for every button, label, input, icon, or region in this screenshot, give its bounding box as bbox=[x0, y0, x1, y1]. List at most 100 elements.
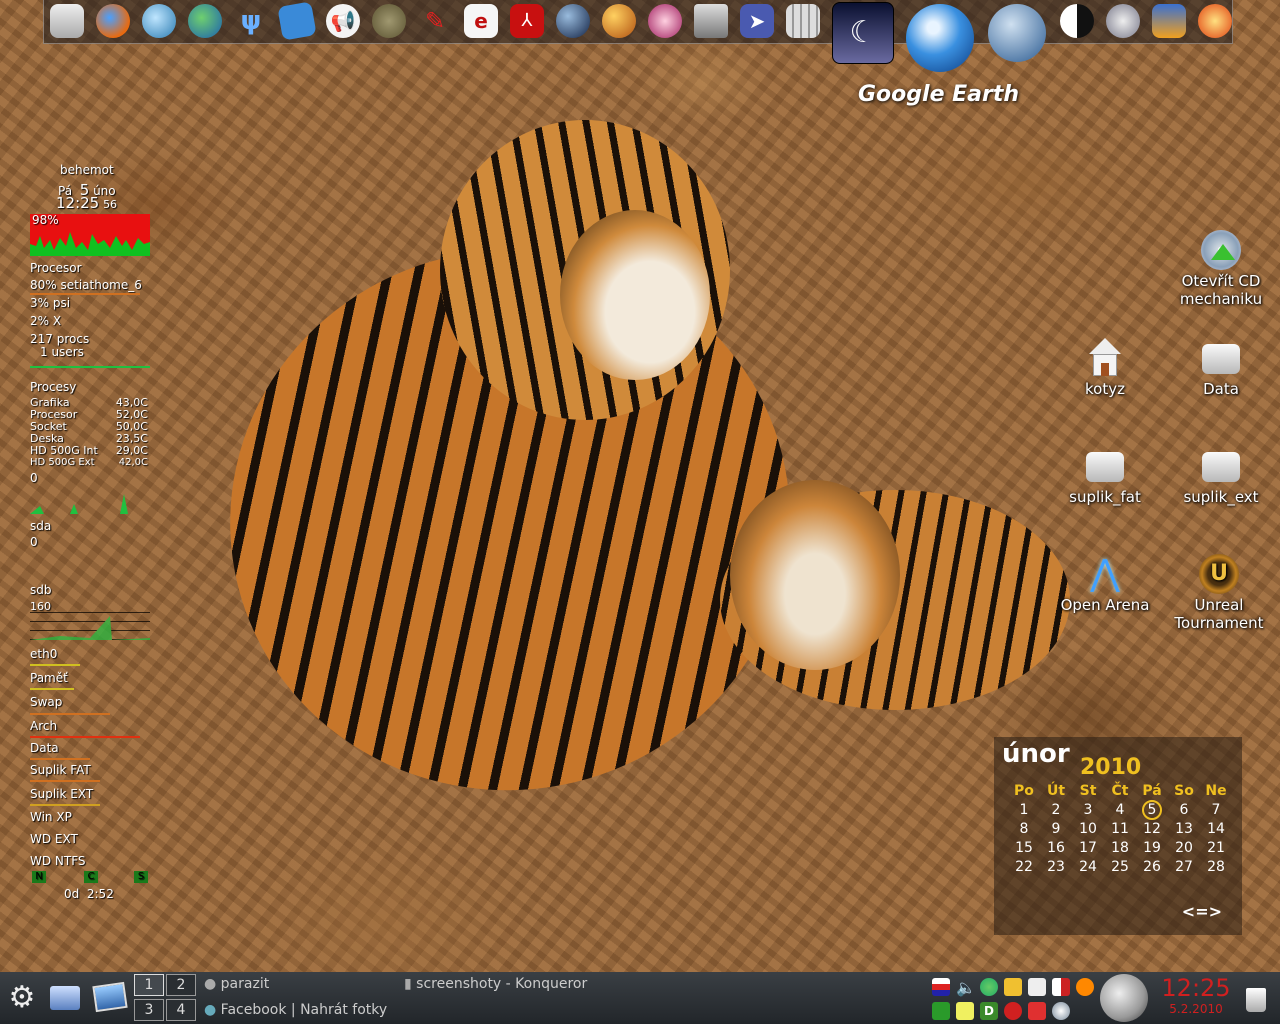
desktop-icon-data[interactable]: Data bbox=[1166, 338, 1276, 398]
calendar-day[interactable]: 7 bbox=[1200, 802, 1232, 818]
weather-icon[interactable] bbox=[1052, 1002, 1070, 1020]
task-konqueror[interactable]: ▮ screenshoty - Konqueror bbox=[404, 976, 598, 992]
calendar-day[interactable]: 2 bbox=[1040, 802, 1072, 818]
calendar-day[interactable]: 26 bbox=[1136, 859, 1168, 875]
calendar-day[interactable]: 13 bbox=[1168, 821, 1200, 837]
desktop-icon-suplik-ext[interactable]: suplik_ext bbox=[1166, 446, 1276, 506]
disk-graph bbox=[30, 486, 150, 514]
gimp-icon[interactable] bbox=[372, 4, 406, 38]
calendar-day[interactable]: 6 bbox=[1168, 802, 1200, 818]
ball-icon[interactable] bbox=[556, 4, 590, 38]
google-earth-icon[interactable] bbox=[906, 4, 974, 72]
mount-arch: Arch bbox=[30, 719, 58, 733]
calendar-day[interactable]: 3 bbox=[1072, 802, 1104, 818]
keyboard-layout-cz-icon[interactable] bbox=[932, 978, 950, 996]
network-icon[interactable] bbox=[932, 1002, 950, 1020]
scanner-icon[interactable] bbox=[694, 4, 728, 38]
calendar-day[interactable]: 15 bbox=[1008, 840, 1040, 856]
calendar-day[interactable]: 20 bbox=[1168, 840, 1200, 856]
clock-date: 5.2.2010 bbox=[1169, 1002, 1223, 1016]
desktop-icon-unreal[interactable]: U Unreal Tournament bbox=[1164, 554, 1274, 632]
editor-icon[interactable]: e bbox=[464, 4, 498, 38]
top-dock: ψ 📢 ✎ e ⅄ ➤ ☾ bbox=[43, 0, 1233, 72]
trash-icon[interactable] bbox=[1246, 988, 1266, 1012]
calendar-day[interactable]: 9 bbox=[1040, 821, 1072, 837]
volume-icon[interactable]: 🔈 bbox=[956, 978, 976, 997]
notes-icon[interactable] bbox=[277, 1, 317, 41]
cd-eject-icon bbox=[1201, 230, 1241, 270]
eth-label: eth0 bbox=[30, 647, 58, 661]
calendar-day[interactable]: 25 bbox=[1104, 859, 1136, 875]
swap-bar bbox=[30, 713, 110, 715]
task-facebook[interactable]: ● Facebook | Nahrát fotky bbox=[204, 1002, 394, 1018]
desktop-icon-suplik-fat[interactable]: suplik_fat bbox=[1050, 446, 1160, 506]
bunny-icon[interactable] bbox=[648, 4, 682, 38]
calendar-day[interactable]: 18 bbox=[1104, 840, 1136, 856]
cursor-app-icon[interactable]: ➤ bbox=[740, 4, 774, 38]
calculator-icon[interactable] bbox=[786, 4, 820, 38]
calendar-day-today[interactable]: 5 bbox=[1136, 800, 1168, 820]
task-parazit[interactable]: ● parazit bbox=[204, 976, 394, 992]
taskbar-clock[interactable]: 12:25 5.2.2010 bbox=[1156, 974, 1236, 1016]
kde-menu-icon[interactable]: ⚙ bbox=[6, 982, 38, 1014]
moon-app-icon[interactable]: ☾ bbox=[832, 2, 894, 64]
calendar-day[interactable]: 21 bbox=[1200, 840, 1232, 856]
gmail-icon[interactable] bbox=[1028, 1002, 1046, 1020]
pager-desktop-1[interactable]: 1 bbox=[134, 974, 164, 996]
notes-tray-icon[interactable] bbox=[956, 1002, 974, 1020]
calendar-day[interactable]: 23 bbox=[1040, 859, 1072, 875]
flag-icon[interactable] bbox=[1052, 978, 1070, 996]
calendar-day[interactable]: 28 bbox=[1200, 859, 1232, 875]
show-desktop-icon[interactable] bbox=[92, 981, 128, 1013]
pen-icon[interactable]: ✎ bbox=[418, 4, 452, 38]
firefox-icon[interactable] bbox=[96, 4, 130, 38]
calendar-week-2: 8 9 10 11 12 13 14 bbox=[1008, 821, 1232, 837]
calendar-day[interactable]: 24 bbox=[1072, 859, 1104, 875]
pdf-icon[interactable]: ⅄ bbox=[510, 4, 544, 38]
calendar-day[interactable]: 10 bbox=[1072, 821, 1104, 837]
basket-icon[interactable] bbox=[1004, 978, 1022, 996]
calendar-day[interactable]: 4 bbox=[1104, 802, 1136, 818]
calendar-day[interactable]: 16 bbox=[1040, 840, 1072, 856]
megaphone-icon[interactable]: 📢 bbox=[326, 4, 360, 38]
network-status-icon[interactable] bbox=[980, 978, 998, 996]
desktop-icon-kotyz[interactable]: kotyz bbox=[1050, 338, 1160, 398]
calendar-day[interactable]: 27 bbox=[1168, 859, 1200, 875]
calendar-day[interactable]: 1 bbox=[1008, 802, 1040, 818]
pager-desktop-4[interactable]: 4 bbox=[166, 999, 196, 1021]
calendar-day[interactable]: 17 bbox=[1072, 840, 1104, 856]
orange-ball-icon[interactable] bbox=[602, 4, 636, 38]
calendar-day[interactable]: 11 bbox=[1104, 821, 1136, 837]
file-manager-icon[interactable] bbox=[50, 986, 80, 1010]
movie-icon[interactable] bbox=[1152, 4, 1186, 38]
calendar-day[interactable]: 12 bbox=[1136, 821, 1168, 837]
psi-icon[interactable]: ψ bbox=[234, 4, 268, 38]
calendar-day[interactable]: 19 bbox=[1136, 840, 1168, 856]
pager-desktop-2[interactable]: 2 bbox=[166, 974, 196, 996]
download-icon[interactable]: D bbox=[980, 1002, 998, 1020]
earth-icon[interactable] bbox=[188, 4, 222, 38]
calendar-nav-button[interactable]: <=> bbox=[1182, 902, 1222, 921]
globe-icon[interactable] bbox=[142, 4, 176, 38]
drive-icon bbox=[1202, 452, 1240, 482]
desktop-icon-cd[interactable]: Otevřít CD mechaniku bbox=[1166, 230, 1276, 308]
desktop-icon-open-arena[interactable]: ⋀ Open Arena bbox=[1050, 554, 1160, 615]
drive-icon[interactable] bbox=[50, 4, 84, 38]
calendar-day[interactable]: 22 bbox=[1008, 859, 1040, 875]
calendar-day[interactable]: 8 bbox=[1008, 821, 1040, 837]
pager-desktop-3[interactable]: 3 bbox=[134, 999, 164, 1021]
calendar-weekdays: Po Út St Čt Pá So Ne bbox=[1014, 783, 1227, 799]
home-icon bbox=[1085, 338, 1125, 378]
fire-icon[interactable] bbox=[1198, 4, 1232, 38]
clipboard-icon[interactable] bbox=[1028, 978, 1046, 996]
power-icon[interactable] bbox=[1004, 1002, 1022, 1020]
video-tools-icon[interactable] bbox=[1106, 4, 1140, 38]
yin-icon[interactable] bbox=[1060, 4, 1094, 38]
mount-suplik-fat: Suplik FAT bbox=[30, 763, 91, 777]
mount-win-xp: Win XP bbox=[30, 810, 72, 824]
kopete-icon[interactable] bbox=[1076, 978, 1094, 996]
wolf-icon[interactable] bbox=[988, 4, 1046, 62]
calendar-month: únor bbox=[1002, 739, 1070, 769]
eth-bar bbox=[30, 664, 80, 666]
calendar-day[interactable]: 14 bbox=[1200, 821, 1232, 837]
